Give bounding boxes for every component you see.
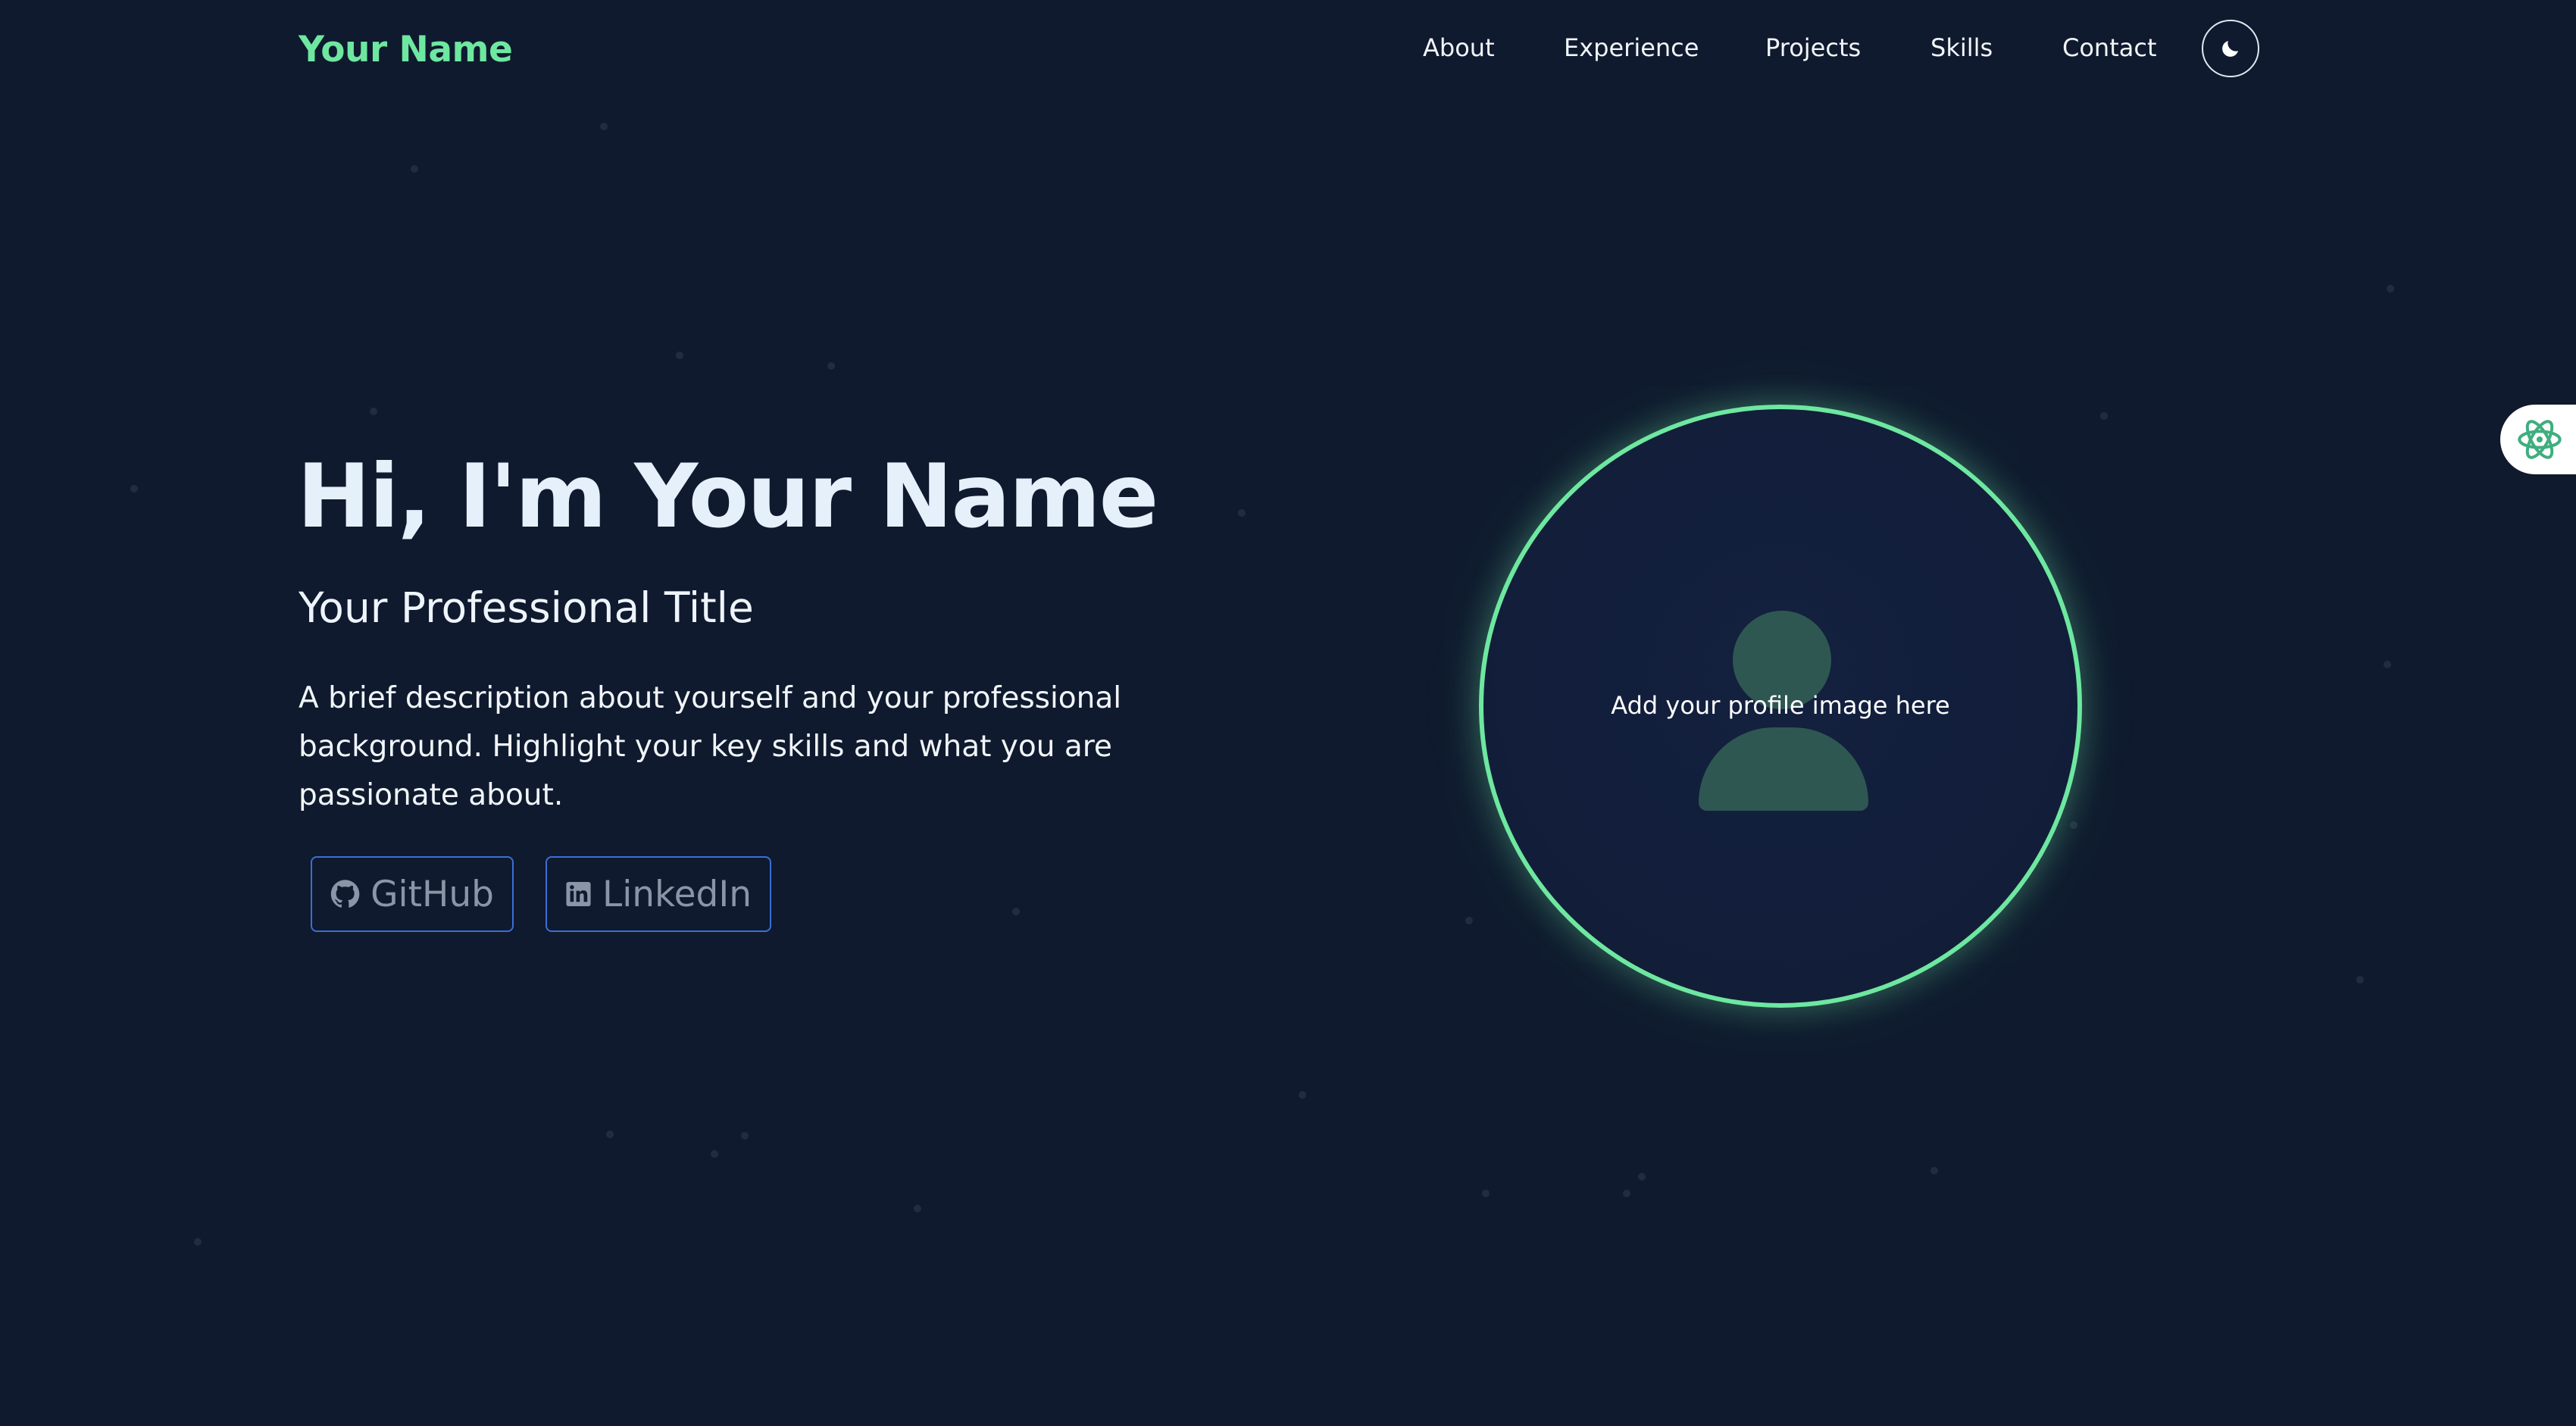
nav-link-projects[interactable]: Projects bbox=[1765, 33, 1861, 62]
background-particle bbox=[676, 352, 683, 359]
background-particle bbox=[130, 485, 138, 493]
github-button[interactable]: GitHub bbox=[311, 856, 514, 932]
moon-icon bbox=[2222, 41, 2238, 57]
site-logo[interactable]: Your Name bbox=[299, 29, 513, 70]
background-particle bbox=[2356, 976, 2364, 984]
background-particle bbox=[1012, 908, 1020, 915]
nav-link-skills[interactable]: Skills bbox=[1930, 33, 1993, 62]
hero-title: Hi, I'm Your Name bbox=[297, 446, 1158, 548]
background-particle bbox=[194, 1238, 202, 1246]
theme-toggle-button[interactable] bbox=[2202, 20, 2259, 77]
profile-placeholder-text: Add your profile image here bbox=[1611, 691, 1950, 720]
atom-icon bbox=[2518, 420, 2562, 459]
background-particle bbox=[741, 1132, 749, 1140]
github-button-label: GitHub bbox=[370, 873, 494, 915]
background-particle bbox=[914, 1205, 921, 1212]
background-particle bbox=[1638, 1173, 1646, 1181]
background-particle bbox=[411, 165, 418, 173]
linkedin-button[interactable]: LinkedIn bbox=[546, 856, 771, 932]
background-particle bbox=[1238, 509, 1246, 517]
background-particle bbox=[2070, 821, 2077, 829]
background-particle bbox=[1482, 1190, 1490, 1197]
background-particle bbox=[1623, 1190, 1630, 1197]
profile-image-placeholder: Add your profile image here bbox=[1479, 405, 2082, 1008]
page: Your Name About Experience Projects Skil… bbox=[0, 0, 2576, 1426]
background-particle bbox=[600, 123, 608, 130]
hero-subtitle: Your Professional Title bbox=[299, 583, 754, 632]
background-particle bbox=[711, 1150, 718, 1158]
linkedin-button-label: LinkedIn bbox=[602, 873, 752, 915]
background-particle bbox=[1930, 1167, 1938, 1174]
user-silhouette-body bbox=[1699, 727, 1868, 811]
nav-link-contact[interactable]: Contact bbox=[2062, 33, 2157, 62]
background-particle bbox=[2384, 661, 2391, 668]
background-particle bbox=[827, 362, 835, 370]
background-particle bbox=[606, 1130, 614, 1138]
linkedin-icon bbox=[566, 881, 591, 907]
background-particle bbox=[2100, 412, 2108, 420]
background-particle bbox=[1465, 917, 1473, 924]
background-particle bbox=[2387, 285, 2394, 292]
nav-link-experience[interactable]: Experience bbox=[1564, 33, 1699, 62]
floating-assistant-button[interactable] bbox=[2500, 405, 2576, 474]
background-particle bbox=[370, 408, 377, 415]
nav-link-about[interactable]: About bbox=[1423, 33, 1495, 62]
hero-description: A brief description about yourself and y… bbox=[299, 681, 1122, 812]
background-particle bbox=[1299, 1091, 1306, 1099]
github-icon bbox=[330, 880, 360, 908]
